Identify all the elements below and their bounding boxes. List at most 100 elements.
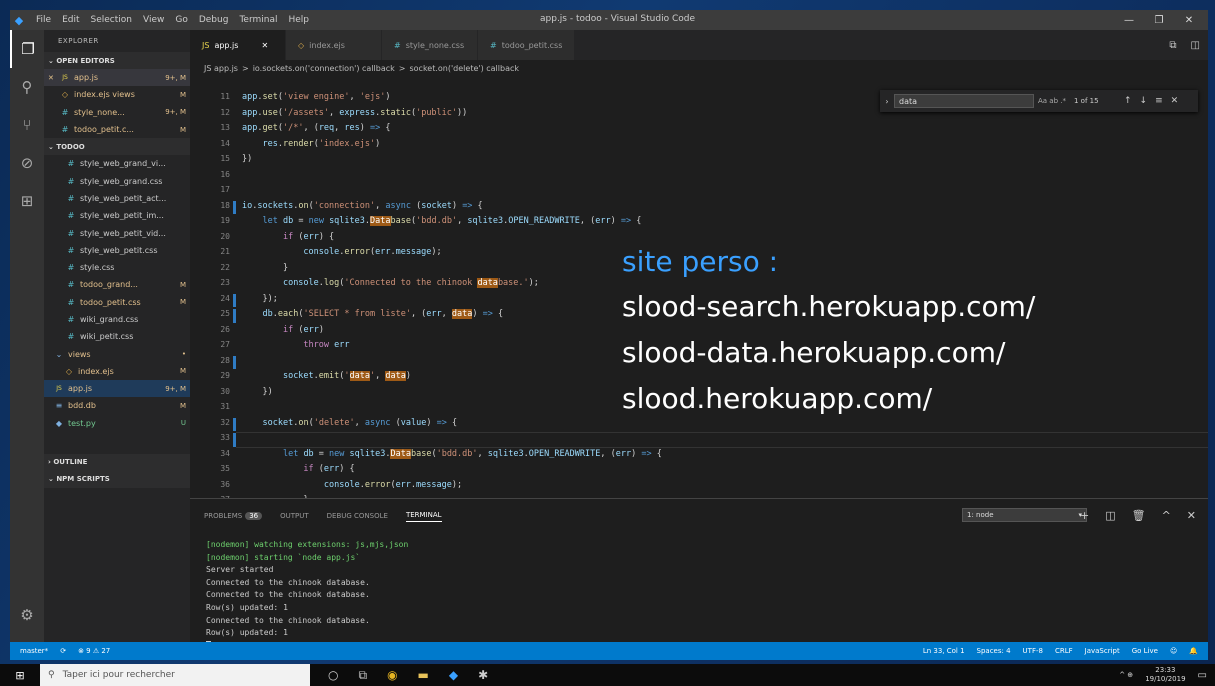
file-item[interactable]: # style_web_petit.css [44, 242, 190, 259]
menu-item-debug[interactable]: Debug [199, 15, 229, 25]
file-item[interactable]: # style_web_petit_act... [44, 190, 190, 207]
file-item[interactable]: ◆ test.py U [44, 415, 190, 432]
line-ending[interactable]: CRLF [1055, 647, 1073, 655]
file-item[interactable]: JS app.js 9+, M [44, 380, 190, 398]
code-line[interactable]: if (err) [242, 325, 324, 335]
file-item[interactable]: # style_web_petit_vid... [44, 224, 190, 241]
code-line[interactable]: }) [242, 387, 272, 397]
project-header[interactable]: ⌄ TODOO [44, 138, 190, 156]
panel-tab-terminal[interactable]: TERMINAL [405, 511, 442, 522]
code-line[interactable]: res.render('index.ejs') [242, 139, 380, 149]
breadcrumb-item[interactable]: JS app.js [204, 64, 238, 73]
code-line[interactable]: app.set('view engine', 'ejs') [242, 92, 390, 102]
code-line[interactable]: console.log('Connected to the chinook da… [242, 278, 539, 288]
code-line[interactable]: console.error(err.message); [242, 247, 441, 257]
menu-item-terminal[interactable]: Terminal [239, 15, 277, 25]
more-actions-icon[interactable]: ◫ [1191, 40, 1200, 51]
file-item[interactable]: # todoo_petit.c... M [44, 121, 190, 138]
split-editor-icon[interactable]: ⧉ [1169, 40, 1176, 51]
file-item[interactable]: ◇ index.ejs views M [44, 86, 190, 103]
menu-item-view[interactable]: View [143, 15, 164, 25]
maximize-panel-icon[interactable]: ^ [1162, 509, 1171, 522]
extensions-icon[interactable]: ⊞ [10, 182, 44, 220]
tab-index-ejs[interactable]: ◇ index.ejs [286, 30, 382, 60]
menu-item-edit[interactable]: Edit [62, 15, 79, 25]
outline-header[interactable]: › OUTLINE [44, 453, 190, 471]
app-icon[interactable]: ✱ [478, 668, 488, 682]
code-line[interactable]: socket.emit('data', data) [242, 371, 411, 381]
menu-item-go[interactable]: Go [175, 15, 187, 25]
windows-start-icon[interactable]: ⊞ [0, 664, 40, 686]
code-line[interactable]: } [242, 263, 288, 273]
menu-item-file[interactable]: File [36, 15, 51, 25]
sync-icon[interactable]: ⟳ [60, 647, 66, 655]
code-line[interactable]: app.use('/assets', express.static('publi… [242, 108, 467, 118]
task-view-icon[interactable]: ⧉ [358, 668, 367, 683]
code-line[interactable]: let db = new sqlite3.Database('bdd.db', … [242, 216, 641, 226]
file-item[interactable]: # style_web_grand_vi... [44, 155, 190, 172]
find-options[interactable]: Aa ab .* [1038, 97, 1066, 105]
close-button[interactable]: ✕ [1174, 10, 1204, 30]
code-line[interactable]: app.get('/*', (req, res) => { [242, 123, 391, 133]
close-find-icon[interactable]: ✕ [1171, 96, 1179, 106]
minimize-button[interactable]: — [1114, 10, 1144, 30]
maximize-button[interactable]: ❐ [1144, 10, 1174, 30]
gear-icon[interactable]: ⚙ [10, 596, 44, 634]
search-icon[interactable]: ⚲ [10, 68, 44, 106]
previous-match-icon[interactable]: ↑ [1124, 96, 1132, 106]
file-item[interactable]: ⌄ views • [44, 345, 190, 362]
action-center-icon[interactable]: ▭ [1198, 670, 1207, 681]
file-item[interactable]: # style_none... 9+, M [44, 104, 190, 121]
file-item[interactable]: # wiki_grand.css [44, 311, 190, 328]
encoding[interactable]: UTF-8 [1023, 647, 1043, 655]
file-item[interactable]: ≡ bdd.db M [44, 397, 190, 414]
panel-tab-problems[interactable]: PROBLEMS 36 [204, 512, 263, 520]
go-live-button[interactable]: Go Live [1132, 647, 1158, 655]
find-in-selection-icon[interactable]: ≡ [1155, 96, 1163, 106]
language-mode[interactable]: JavaScript [1085, 647, 1120, 655]
toggle-replace-icon[interactable]: › [880, 97, 894, 106]
code-line[interactable]: if (err) { [242, 464, 354, 474]
file-item[interactable]: # todoo_grand... M [44, 276, 190, 293]
vscode-taskbar-icon[interactable]: ◆ [449, 668, 458, 682]
breadcrumb-item[interactable]: socket.on('delete') callback [409, 64, 519, 73]
tab-style-none-css[interactable]: # style_none.css [382, 30, 478, 60]
find-input[interactable] [894, 94, 1034, 108]
new-terminal-icon[interactable]: + [1080, 509, 1089, 522]
kill-terminal-icon[interactable]: 🗑 [1132, 509, 1146, 522]
cursor-position[interactable]: Ln 33, Col 1 [923, 647, 965, 655]
file-item[interactable]: # style_web_petit_im... [44, 207, 190, 224]
menu-item-selection[interactable]: Selection [91, 15, 132, 25]
next-match-icon[interactable]: ↓ [1140, 96, 1148, 106]
close-panel-icon[interactable]: ✕ [1187, 509, 1196, 522]
file-item[interactable]: JS app.js 9+, M ✕ [44, 69, 190, 87]
code-line[interactable]: db.each('SELECT * from liste', (err, dat… [242, 309, 503, 319]
tab-todoo-petit-css[interactable]: # todoo_petit.css [478, 30, 576, 60]
file-item[interactable]: ◇ index.ejs M [44, 363, 190, 380]
debug-icon[interactable]: ⊘ [10, 144, 44, 182]
code-line[interactable]: }) [242, 154, 252, 164]
cortana-icon[interactable]: ○ [328, 668, 338, 682]
problems-count[interactable]: ⊗ 9 ⚠ 27 [78, 647, 110, 655]
code-line[interactable]: if (err) { [242, 232, 334, 242]
chrome-icon[interactable]: ◉ [387, 668, 397, 682]
breadcrumb-item[interactable]: io.sockets.on('connection') callback [253, 64, 395, 73]
panel-tab-debug-console[interactable]: DEBUG CONSOLE [327, 512, 388, 520]
clock[interactable]: 23:33 19/10/2019 [1145, 666, 1185, 684]
npm-scripts-header[interactable]: ⌄ NPM SCRIPTS [44, 470, 190, 488]
close-icon[interactable]: ✕ [48, 74, 54, 82]
terminal-select[interactable]: 1: node ▾ [962, 508, 1087, 522]
file-item[interactable]: # wiki_petit.css [44, 328, 190, 345]
tray-icons[interactable]: ^ ⊕ [1119, 671, 1133, 679]
code-line[interactable]: throw err [242, 340, 349, 350]
close-icon[interactable]: ✕ [261, 41, 268, 50]
menu-item-help[interactable]: Help [288, 15, 309, 25]
indentation[interactable]: Spaces: 4 [977, 647, 1011, 655]
terminal-output[interactable]: [nodemon] watching extensions: js,mjs,js… [206, 539, 408, 652]
code-line[interactable]: }); [242, 294, 277, 304]
open-editors-header[interactable]: ⌄ OPEN EDITORS [44, 52, 190, 69]
source-control-icon[interactable]: ⑂ [10, 106, 44, 144]
tab-app-js[interactable]: JS app.js ✕ [190, 30, 286, 60]
taskbar-search[interactable]: ⚲ Taper ici pour rechercher [40, 664, 310, 686]
code-line[interactable]: console.error(err.message); [242, 480, 462, 490]
